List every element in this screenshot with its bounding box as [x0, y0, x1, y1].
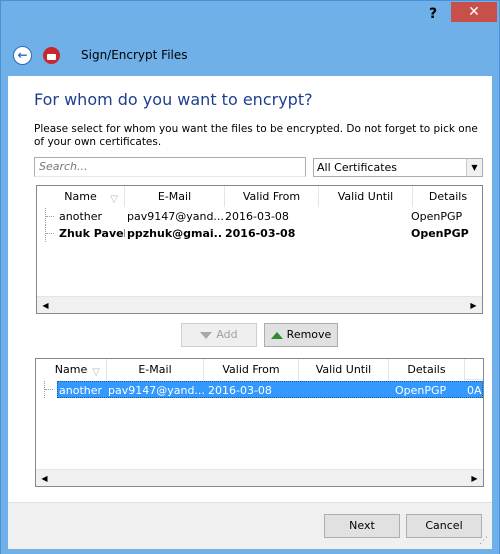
available-certificates-table[interactable]: Name ▽ E-Mail Valid From Valid Until Deta…: [36, 185, 483, 314]
button-bar: Next Cancel ⋰: [8, 502, 492, 549]
horizontal-scrollbar[interactable]: ◀ ▶: [36, 469, 483, 486]
column-header-name[interactable]: Name ▽: [36, 359, 107, 380]
column-header-valid-from[interactable]: Valid From: [204, 359, 299, 380]
cell-valid-from: 2016-03-08: [208, 384, 272, 397]
arrow-down-icon: [200, 331, 213, 339]
cell-valid-until: [321, 208, 411, 225]
column-header-name[interactable]: Name ▽: [37, 186, 125, 207]
table-header: Name ▽ E-Mail Valid From Valid Until Deta…: [37, 186, 482, 207]
left-frame: [1, 76, 8, 549]
wizard-page: For whom do you want to encrypt? Please …: [8, 76, 492, 502]
close-button[interactable]: ✕: [451, 2, 497, 22]
certificate-filter-select[interactable]: All Certificates ▼: [313, 158, 483, 177]
tree-connector: [45, 208, 55, 225]
add-button[interactable]: Add: [181, 323, 257, 347]
page-heading: For whom do you want to encrypt?: [34, 90, 313, 109]
search-input[interactable]: Search...: [34, 157, 306, 177]
tree-connector: [45, 225, 55, 242]
cell-valid-until: [321, 225, 411, 242]
help-button[interactable]: ?: [420, 4, 446, 24]
dialog-window: ? ✕ ← Sign/Encrypt Files For whom do you…: [0, 0, 500, 554]
cell-valid-from: 2016-03-08: [225, 227, 296, 240]
sort-indicator-icon: ▽: [92, 367, 100, 378]
column-header-email[interactable]: E-Mail: [125, 186, 225, 207]
cell-name: another: [59, 384, 103, 397]
bottom-frame: [1, 549, 499, 554]
table-row[interactable]: another pav9147@yand... 2016-03-08 OpenP…: [57, 381, 483, 398]
cancel-button[interactable]: Cancel: [406, 514, 482, 538]
column-header-email[interactable]: E-Mail: [107, 359, 204, 380]
tree-connector: [44, 381, 54, 398]
selected-recipients-table[interactable]: Name ▽ E-Mail Valid From Valid Until Deta…: [35, 358, 484, 487]
cell-details: OpenPGP: [395, 384, 447, 397]
kleopatra-app-icon: [43, 47, 60, 64]
scroll-left-icon[interactable]: ◀: [36, 470, 53, 486]
cell-email: pav9147@yand...: [127, 210, 223, 223]
cell-valid-until: [302, 382, 388, 399]
column-header-valid-until[interactable]: Valid Until: [299, 359, 389, 380]
right-frame: [492, 76, 499, 549]
table-row[interactable]: another pav9147@yand... 2016-03-08 OpenP…: [37, 208, 482, 225]
horizontal-scrollbar[interactable]: ◀ ▶: [37, 296, 482, 313]
cell-extra: 0A: [467, 384, 482, 397]
column-header-valid-until[interactable]: Valid Until: [319, 186, 413, 207]
column-header-valid-from[interactable]: Valid From: [225, 186, 319, 207]
sort-indicator-icon: ▽: [110, 194, 118, 205]
cell-details: OpenPGP: [411, 210, 463, 223]
cell-email: ppzhuk@gmai...: [127, 227, 223, 240]
scroll-right-icon[interactable]: ▶: [466, 470, 483, 486]
cell-name: Zhuk Pavel: [59, 227, 125, 240]
wizard-title: Sign/Encrypt Files: [81, 48, 188, 62]
back-arrow-icon[interactable]: ←: [13, 46, 32, 65]
cell-details: OpenPGP: [411, 227, 469, 240]
cell-valid-from: 2016-03-08: [225, 210, 289, 223]
chevron-down-icon[interactable]: ▼: [466, 159, 482, 176]
column-header-details[interactable]: Details: [389, 359, 465, 380]
next-button[interactable]: Next: [324, 514, 400, 538]
remove-button[interactable]: Remove: [264, 323, 338, 347]
scroll-left-icon[interactable]: ◀: [37, 297, 54, 313]
filter-selected-value: All Certificates: [317, 161, 398, 174]
arrow-up-icon: [270, 331, 283, 339]
column-header-details[interactable]: Details: [413, 186, 482, 207]
resize-grip-icon[interactable]: ⋰: [479, 536, 491, 548]
title-bar: ? ✕: [1, 1, 499, 32]
table-row[interactable]: Zhuk Pavel ppzhuk@gmai... 2016-03-08 Ope…: [37, 225, 482, 242]
wizard-nav-bar: ← Sign/Encrypt Files: [1, 32, 499, 76]
cell-name: another: [59, 210, 103, 223]
page-description: Please select for whom you want the file…: [34, 123, 478, 148]
cell-email: pav9147@yand...: [108, 384, 204, 397]
table-header: Name ▽ E-Mail Valid From Valid Until Deta…: [36, 359, 483, 380]
scroll-right-icon[interactable]: ▶: [465, 297, 482, 313]
